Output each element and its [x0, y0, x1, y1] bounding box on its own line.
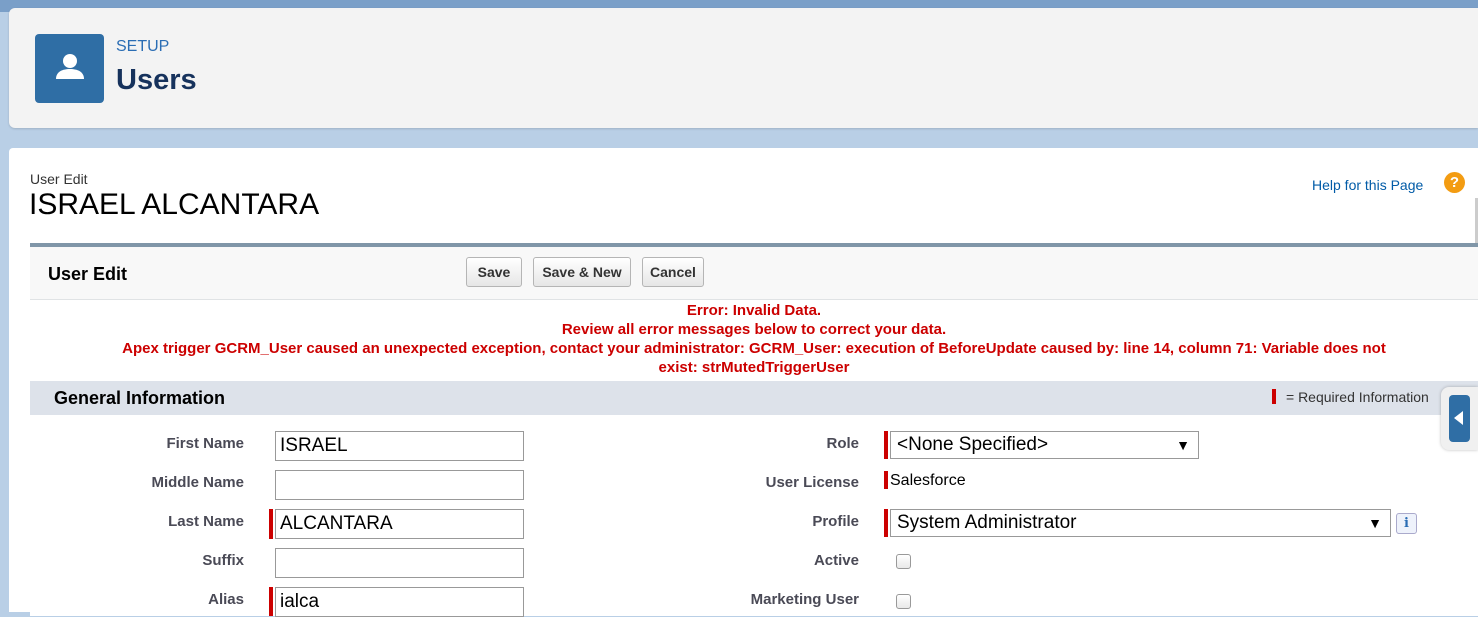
- required-indicator: [1272, 389, 1276, 404]
- first-name-input[interactable]: ISRAEL: [275, 431, 524, 461]
- marketing-user-checkbox[interactable]: [896, 594, 911, 609]
- collapse-sidebar-tab[interactable]: [1441, 387, 1478, 450]
- user-license-value: Salesforce: [890, 472, 966, 489]
- help-link[interactable]: Help for this Page: [1312, 177, 1423, 193]
- section-header: General Information = Required Informati…: [30, 381, 1478, 415]
- help-icon[interactable]: ?: [1444, 172, 1465, 193]
- profile-select[interactable]: System Administrator ▼: [890, 509, 1391, 537]
- edit-panel: User Edit Save Save & New Cancel Error: …: [30, 243, 1478, 617]
- required-legend: = Required Information: [1272, 389, 1429, 405]
- panel-header: User Edit Save Save & New Cancel: [30, 247, 1478, 300]
- save-button[interactable]: Save: [466, 257, 522, 287]
- last-name-label: Last Name: [168, 513, 244, 530]
- dropdown-arrow-icon: ▼: [1368, 515, 1382, 531]
- alias-input[interactable]: ialca: [275, 587, 524, 617]
- save-new-button[interactable]: Save & New: [533, 257, 631, 287]
- setup-label: SETUP: [116, 38, 170, 55]
- required-indicator: [269, 509, 273, 539]
- user-license-label: User License: [765, 474, 859, 491]
- cancel-button[interactable]: Cancel: [642, 257, 704, 287]
- error-apex-line: Apex trigger GCRM_User caused an unexpec…: [122, 340, 1386, 357]
- required-indicator: [884, 431, 888, 459]
- dropdown-arrow-icon: ▼: [1176, 437, 1190, 453]
- first-name-label: First Name: [166, 435, 244, 452]
- suffix-input[interactable]: [275, 548, 524, 578]
- error-apex-line-cont: exist: strMutedTriggerUser: [658, 359, 850, 376]
- marketing-user-label: Marketing User: [750, 591, 859, 608]
- error-title: Error: Invalid Data.: [686, 302, 822, 319]
- page-subtitle: User Edit: [30, 171, 88, 187]
- section-title: General Information: [54, 388, 226, 408]
- role-select[interactable]: <None Specified> ▼: [890, 431, 1199, 459]
- panel-title: User Edit: [48, 264, 128, 284]
- role-label: Role: [826, 435, 859, 452]
- required-indicator: [884, 509, 888, 537]
- info-icon[interactable]: i: [1396, 513, 1417, 534]
- record-heading: ISRAEL ALCANTARA: [29, 188, 320, 221]
- required-indicator: [884, 471, 888, 489]
- active-checkbox[interactable]: [896, 554, 911, 569]
- page-header: SETUP Users: [9, 8, 1478, 128]
- profile-select-value: System Administrator: [897, 512, 1077, 533]
- active-label: Active: [813, 552, 859, 569]
- required-legend-text: = Required Information: [1286, 389, 1429, 405]
- alias-label: Alias: [208, 591, 244, 608]
- suffix-label: Suffix: [202, 552, 244, 569]
- last-name-input[interactable]: ALCANTARA: [275, 509, 524, 539]
- page-title: Users: [116, 64, 197, 96]
- user-icon: [35, 34, 104, 103]
- middle-name-label: Middle Name: [151, 474, 244, 491]
- middle-name-input[interactable]: [275, 470, 524, 500]
- main-content: User Edit ISRAEL ALCANTARA Help for this…: [9, 148, 1478, 617]
- error-review: Review all error messages below to corre…: [561, 321, 947, 338]
- profile-label: Profile: [812, 513, 859, 530]
- error-messages: Error: Invalid Data. Review all error me…: [30, 301, 1478, 377]
- role-select-value: <None Specified>: [897, 434, 1049, 455]
- collapse-arrow-icon[interactable]: [1449, 395, 1470, 442]
